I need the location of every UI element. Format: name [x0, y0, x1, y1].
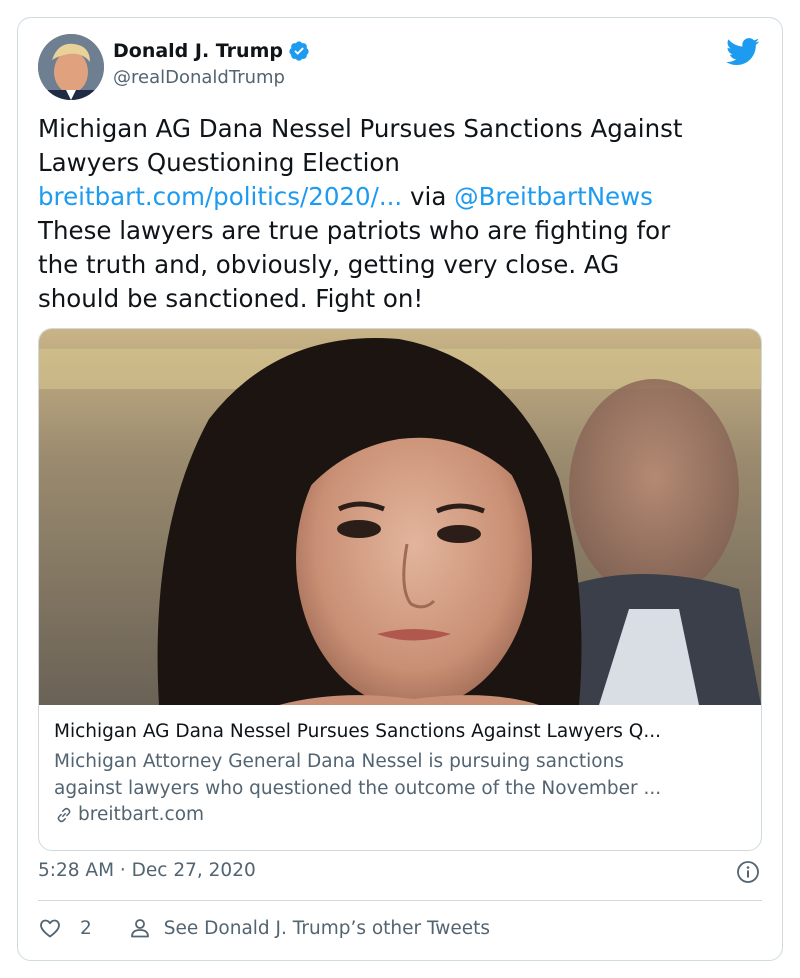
tweet-line: should be sanctioned. Fight on!	[38, 284, 424, 313]
card-description-line: against lawyers who questioned the outco…	[54, 778, 662, 799]
verified-badge-icon	[289, 41, 309, 61]
tweet-line: Michigan AG Dana Nessel Pursues Sanction…	[38, 114, 683, 143]
other-tweets-text: See Donald J. Trump’s other Tweets	[163, 917, 491, 939]
card-domain[interactable]: breitbart.com	[54, 804, 749, 825]
tweet-card: Donald J. Trump @realDonaldTrump Michiga…	[17, 17, 783, 961]
twitter-bird-icon[interactable]	[726, 38, 760, 66]
card-description: Michigan Attorney General Dana Nessel is…	[54, 748, 749, 802]
author-handle[interactable]: @realDonaldTrump	[113, 67, 285, 88]
divider	[38, 900, 762, 901]
like-button[interactable]: 2	[38, 916, 92, 940]
info-icon[interactable]	[736, 860, 760, 884]
link-preview-card[interactable]: Michigan AG Dana Nessel Pursues Sanction…	[38, 328, 762, 851]
article-link[interactable]: breitbart.com/politics/2020/...	[38, 182, 402, 211]
card-domain-text: breitbart.com	[78, 804, 205, 825]
tweet-text: Michigan AG Dana Nessel Pursues Sanction…	[38, 112, 758, 316]
avatar[interactable]	[38, 34, 104, 100]
card-description-line: Michigan Attorney General Dana Nessel is…	[54, 751, 624, 772]
avatar-image	[38, 34, 104, 100]
card-title[interactable]: Michigan AG Dana Nessel Pursues Sanction…	[54, 721, 749, 742]
tweet-timestamp[interactable]: 5:28 AM · Dec 27, 2020	[38, 860, 256, 881]
via-text: via	[402, 182, 455, 211]
like-count: 2	[80, 917, 92, 939]
tweet-line: breitbart.com/politics/2020/... via @Bre…	[38, 180, 758, 214]
other-tweets-link[interactable]: See Donald J. Trump’s other Tweets	[128, 916, 490, 940]
tweet-line: These lawyers are true patriots who are …	[38, 216, 671, 245]
tweet-line: the truth and, obviously, getting very c…	[38, 250, 620, 279]
action-bar: 2 See Donald J. Trump’s other Tweets	[38, 916, 490, 940]
card-photo	[39, 329, 761, 705]
person-icon	[130, 919, 149, 938]
author-name[interactable]: Donald J. Trump	[113, 40, 283, 62]
link-icon	[57, 807, 71, 822]
tweet-line: Lawyers Questioning Election	[38, 148, 400, 177]
heart-icon	[40, 919, 60, 938]
card-image[interactable]	[39, 329, 761, 705]
mention-link[interactable]: @BreitbartNews	[454, 182, 653, 211]
